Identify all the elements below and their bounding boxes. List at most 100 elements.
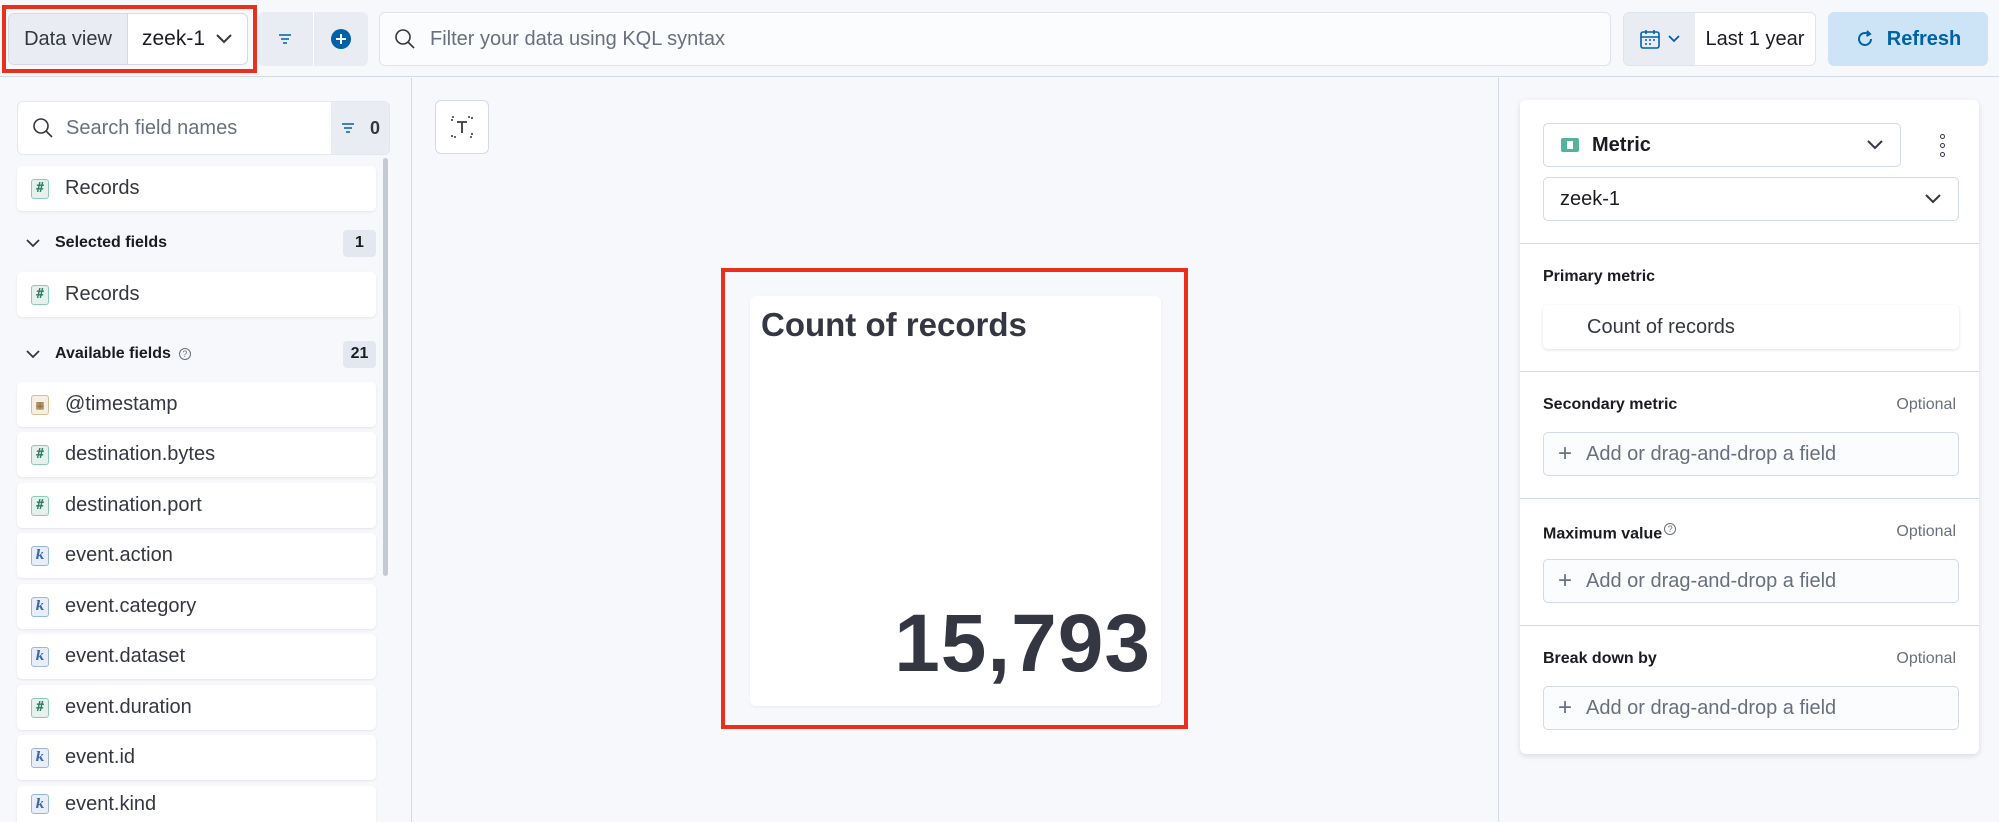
dot [1939,142,1945,148]
field-item-destination-port[interactable]: # destination.port [17,483,376,528]
field-type-filter-button[interactable]: 0 [331,102,389,154]
divider [1520,243,1979,244]
field-item-destination-bytes[interactable]: # destination.bytes [17,432,376,477]
chevron-down-icon [1925,194,1941,204]
metric-title: Count of records [761,306,1027,343]
quick-select-button[interactable] [1624,13,1695,65]
query-bar[interactable] [379,12,1611,66]
data-view-value: zeek-1 [142,27,206,50]
keyword-type-icon: k [31,794,49,814]
available-fields-header[interactable]: Available fields ? 21 [17,337,376,371]
keyword-type-icon: k [31,747,49,768]
data-view-select[interactable]: zeek-1 [128,14,247,64]
metric-icon [1561,138,1579,152]
chevron-down-icon [1667,35,1680,43]
secondary-metric-label: Secondary metric [1543,396,1678,413]
visualization-type: Metric [1592,133,1651,156]
data-view-label: Data view [9,14,128,64]
field-name: event.id [65,746,136,768]
add-break-down-by[interactable]: + Add or drag-and-drop a field [1543,686,1959,730]
layer-config: Metric zeek-1 Primary metric Count of re… [1520,100,1979,754]
refresh-button[interactable]: Refresh [1828,12,1988,66]
primary-metric-label: Primary metric [1543,268,1656,285]
number-type-icon: # [31,284,49,305]
search-icon [395,29,415,49]
info-icon[interactable]: ? [1664,523,1677,535]
refresh-label: Refresh [1886,27,1962,50]
field-item-event-duration[interactable]: # event.duration [17,685,376,730]
field-item-timestamp[interactable]: ▦ @timestamp [17,382,376,427]
divider [1520,625,1979,626]
keyword-type-icon: k [31,596,49,617]
text-based-query-button[interactable] [435,100,489,154]
chevron-down-icon [216,34,232,44]
field-name: destination.bytes [65,443,216,465]
filter-icon [341,123,354,133]
visualization-type-select[interactable]: Metric [1543,123,1901,167]
plus-circle-icon [330,29,351,49]
available-count-badge: 21 [343,340,376,368]
plus-icon: + [1558,440,1573,467]
selected-count-badge: 1 [343,229,376,257]
field-name: event.kind [65,792,157,815]
field-item-records[interactable]: # Records [17,166,376,211]
field-search-input[interactable] [66,102,331,154]
add-field-text: Add or drag-and-drop a field [1586,569,1837,592]
search-icon [33,118,53,138]
field-item-event-dataset[interactable]: k event.dataset [17,634,376,679]
field-item-event-id[interactable]: k event.id [17,735,376,780]
metric-visualization[interactable]: Count of records 15,793 [750,296,1161,706]
optional-label: Optional [1896,650,1956,667]
add-maximum-value[interactable]: + Add or drag-and-drop a field [1543,559,1959,603]
layer-data-view-select[interactable]: zeek-1 [1543,177,1959,221]
field-search: 0 [17,101,390,155]
selected-fields-header[interactable]: Selected fields 1 [17,226,376,260]
add-field-text: Add or drag-and-drop a field [1586,696,1837,719]
maximum-value-label: Maximum value? [1543,523,1677,543]
info-icon[interactable]: ? [178,348,191,360]
field-item-event-kind[interactable]: k event.kind [17,786,376,822]
field-name: event.dataset [65,645,186,667]
keyword-type-icon: k [31,646,49,667]
break-down-by-label: Break down by [1543,650,1657,667]
field-name: event.category [65,595,197,617]
date-picker: Last 1 year [1623,12,1816,66]
filter-icon [279,34,292,44]
dot [1939,133,1945,139]
keyword-type-icon: k [31,545,49,566]
time-range[interactable]: Last 1 year [1695,13,1815,65]
field-name: @timestamp [65,393,178,415]
maximum-value-text: Maximum value [1543,525,1663,543]
section-title: Available fields [55,345,171,362]
refresh-icon [1857,30,1872,46]
field-item-records-selected[interactable]: # Records [17,272,376,317]
field-name: Records [65,177,140,199]
divider [1520,371,1979,372]
add-secondary-metric[interactable]: + Add or drag-and-drop a field [1543,432,1959,476]
filter-button-group [258,12,368,66]
primary-metric-dimension[interactable]: Count of records [1543,305,1959,349]
field-name: Records [65,283,140,305]
chevron-down-icon [1867,140,1883,150]
calendar-icon [1639,30,1660,49]
plus-icon: + [1558,567,1573,594]
filter-options-button[interactable] [258,12,313,66]
metric-value: 15,793 [894,598,1151,689]
number-type-icon: # [31,178,49,199]
field-item-event-action[interactable]: k event.action [17,533,376,578]
divider [1520,498,1979,499]
add-filter-button[interactable] [312,12,369,66]
dot [1939,151,1945,157]
layer-actions-button[interactable] [1925,127,1959,163]
field-list-scrollbar[interactable] [383,158,388,576]
number-type-icon: # [31,697,49,718]
number-type-icon: # [31,495,49,516]
optional-label: Optional [1896,523,1956,540]
field-item-event-category[interactable]: k event.category [17,584,376,629]
field-search-box [18,102,331,154]
query-input[interactable] [430,13,1610,65]
chevron-down-icon [26,350,40,359]
data-view-picker[interactable]: Data view zeek-1 [8,13,248,65]
calendar-icon: ▦ [31,394,49,415]
chevron-down-icon [26,239,40,248]
